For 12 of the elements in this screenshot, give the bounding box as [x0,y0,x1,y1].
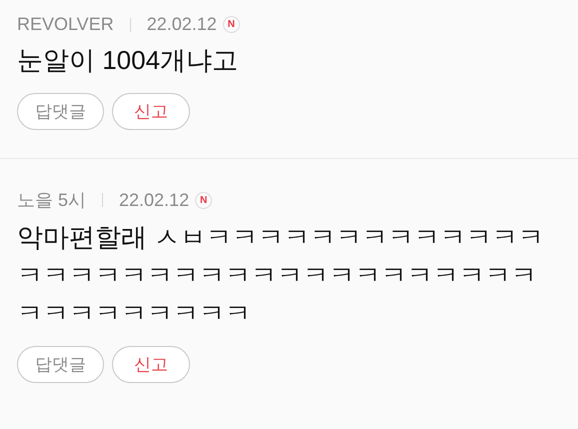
reply-button[interactable]: 답댓글 [17,346,104,383]
report-button[interactable]: 신고 [112,93,190,130]
reply-button[interactable]: 답댓글 [17,93,104,130]
comment-text: 눈알이 1004개냐고 [17,44,240,77]
comment-author: REVOLVER [17,14,114,35]
report-button[interactable]: 신고 [112,346,190,383]
comment-author: 노을 5시 [17,189,86,212]
comment-date: 22.02.12 [119,190,190,210]
new-badge: N [195,192,212,208]
comment-text: 악마편할래 ㅅㅂㅋㅋㅋㅋㅋㅋㅋㅋㅋㅋㅋㅋㅋㅋㅋㅋㅋㅋㅋㅋㅋㅋㅋㅋㅋㅋㅋㅋㅋㅋㅋㅋㅋㅋㅋㅋㅋㅋㅋㅋㅋㅋ [17,221,546,330]
new-badge: N [222,16,240,33]
comment-date: 22.02.12 [146,14,217,35]
